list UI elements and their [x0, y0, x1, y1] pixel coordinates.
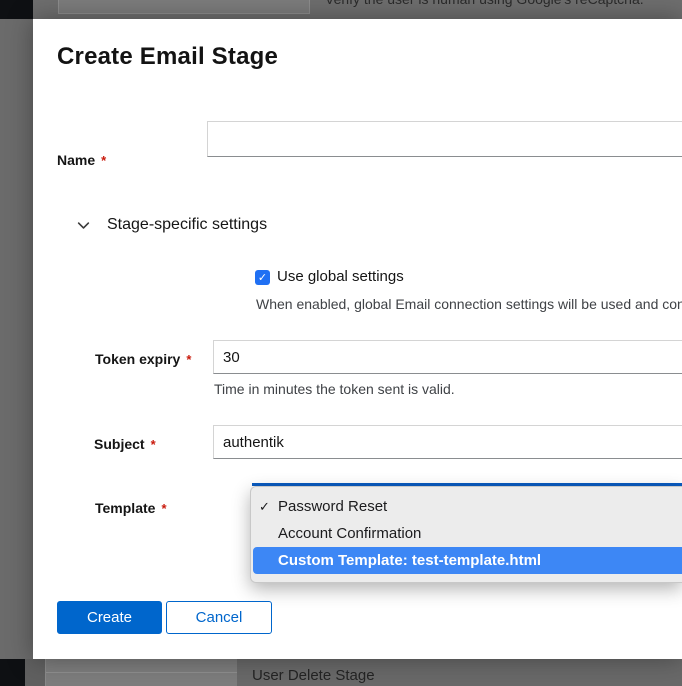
create-button[interactable]: Create [57, 601, 162, 634]
backdrop-bottom: User Delete Stage [0, 659, 682, 686]
background-row-description: Verify the user is human using Google's … [325, 0, 644, 7]
check-icon: ✓ [259, 499, 278, 515]
name-label-text: Name [57, 152, 95, 168]
background-row-title: User Delete Stage [252, 667, 375, 684]
name-label: Name * [57, 152, 106, 168]
required-asterisk: * [151, 437, 156, 452]
use-global-settings-label: Use global settings [277, 268, 404, 285]
token-expiry-help: Time in minutes the token sent is valid. [214, 381, 455, 397]
option-label: Account Confirmation [278, 525, 421, 542]
dropdown-option-account-confirmation[interactable]: Account Confirmation [251, 520, 682, 547]
subject-label-text: Subject [94, 436, 145, 452]
token-expiry-input[interactable] [213, 340, 682, 374]
background-gutter [25, 659, 45, 686]
required-asterisk: * [101, 153, 106, 168]
template-dropdown-menu: ✓ Password Reset Account Confirmation Cu… [250, 486, 682, 583]
token-expiry-label: Token expiry * [95, 351, 191, 367]
required-asterisk: * [161, 501, 166, 516]
dropdown-option-password-reset[interactable]: ✓ Password Reset [251, 493, 682, 520]
app-sidebar [0, 0, 33, 19]
option-label: Custom Template: test-template.html [278, 552, 541, 569]
stage-specific-settings-toggle[interactable]: Stage-specific settings [75, 216, 267, 234]
screen: Verify the user is human using Google's … [0, 0, 682, 686]
check-icon: ✓ [258, 271, 267, 284]
backdrop-top: Verify the user is human using Google's … [0, 0, 682, 19]
required-asterisk: * [186, 352, 191, 367]
cancel-button[interactable]: Cancel [166, 601, 272, 634]
background-table-cell [45, 659, 237, 686]
subject-label: Subject * [94, 436, 156, 452]
modal-title: Create Email Stage [57, 43, 278, 71]
group-header-label: Stage-specific settings [107, 216, 267, 234]
divider [46, 672, 237, 673]
use-global-settings-checkbox[interactable]: ✓ [255, 270, 270, 285]
dropdown-option-custom-template[interactable]: Custom Template: test-template.html [253, 547, 682, 574]
use-global-settings-help: When enabled, global Email connection se… [256, 296, 682, 312]
option-label: Password Reset [278, 498, 387, 515]
template-label-text: Template [95, 500, 155, 516]
name-input[interactable] [207, 121, 682, 157]
subject-input[interactable] [213, 425, 682, 459]
token-expiry-label-text: Token expiry [95, 351, 180, 367]
create-email-stage-modal: Create Email Stage Name * Stage-specific … [33, 19, 682, 659]
chevron-down-icon [75, 217, 91, 233]
template-label: Template * [95, 500, 167, 516]
app-sidebar [0, 659, 25, 686]
background-table-cell [58, 0, 310, 14]
